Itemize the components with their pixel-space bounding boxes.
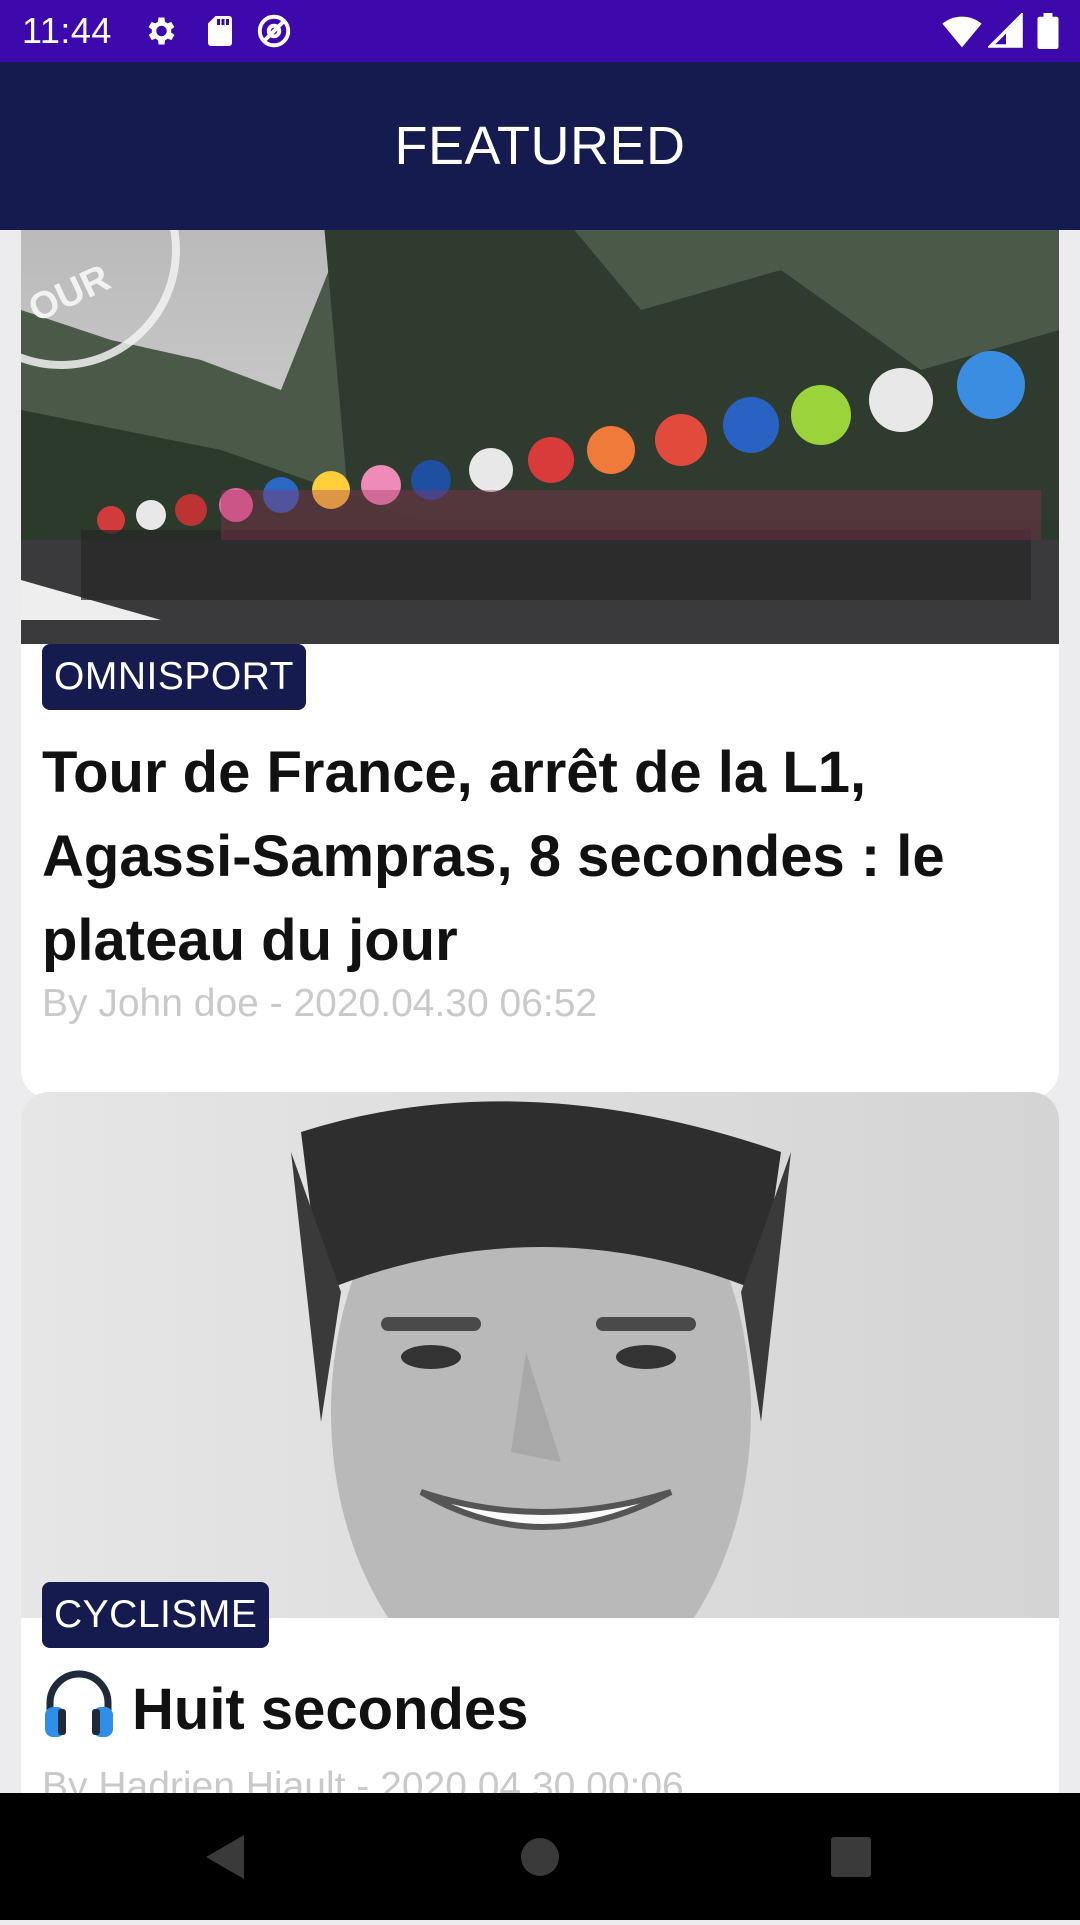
sd-card-icon xyxy=(202,13,238,49)
recents-icon[interactable] xyxy=(791,1793,911,1920)
wifi-icon xyxy=(942,13,982,49)
article-headline[interactable]: Tour de France, arrêt de la L1, Agassi-S… xyxy=(42,731,1029,983)
article-byline: By John doe - 2020.04.30 06:52 xyxy=(42,982,598,1025)
article-card[interactable]: OUR OMNISPORT Tour de France, arrêt de l… xyxy=(21,230,1059,1098)
back-icon[interactable] xyxy=(168,1793,288,1920)
portrait-photo xyxy=(21,1092,1059,1712)
navigation-bar xyxy=(0,1793,1080,1920)
at-sign-icon xyxy=(256,13,292,49)
status-bar: 11:44 xyxy=(0,0,1080,62)
article-feed[interactable]: OUR OMNISPORT Tour de France, arrêt de l… xyxy=(0,230,1080,1793)
article-card[interactable]: CYCLISME Huit secondes By Hadrien Hiault… xyxy=(21,1092,1059,1793)
category-badge[interactable]: CYCLISME xyxy=(42,1582,270,1648)
app-bar: FEATURED xyxy=(0,62,1080,230)
cycling-peloton-photo: OUR xyxy=(21,230,1059,644)
article-headline-text: Huit secondes xyxy=(132,1677,529,1742)
status-time: 11:44 xyxy=(22,10,112,51)
settings-icon xyxy=(142,13,178,49)
battery-icon xyxy=(1036,13,1072,49)
category-badge[interactable]: OMNISPORT xyxy=(42,644,306,710)
headphones-icon xyxy=(42,1669,116,1762)
home-icon[interactable] xyxy=(480,1793,600,1920)
article-headline[interactable]: Huit secondes xyxy=(42,1668,1029,1762)
page-title: FEATURED xyxy=(394,116,686,176)
signal-icon xyxy=(986,11,1024,49)
article-byline: By Hadrien Hiault - 2020.04.30 00:06 xyxy=(42,1765,684,1793)
